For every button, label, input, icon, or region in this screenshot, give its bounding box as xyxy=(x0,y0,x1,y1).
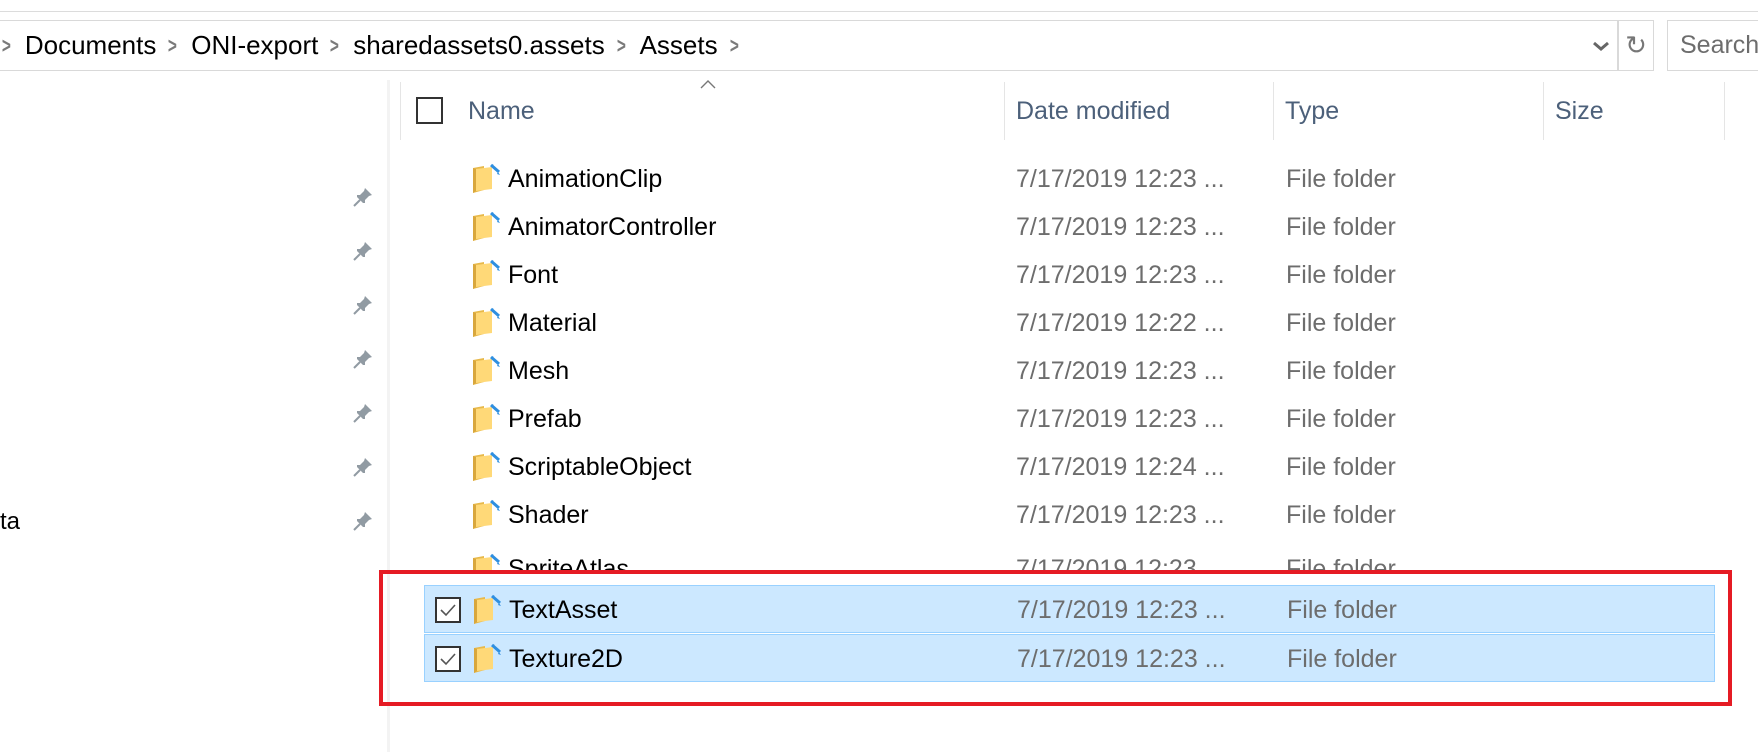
folder-icon xyxy=(470,307,502,339)
file-name[interactable]: ScriptableObject xyxy=(508,443,691,491)
file-name[interactable]: SpriteAtlas xyxy=(508,545,629,571)
folder-icon xyxy=(470,163,502,195)
breadcrumb-oni-export[interactable]: ONI-export xyxy=(191,30,318,61)
search-input[interactable]: Search xyxy=(1667,20,1758,71)
file-date-modified: 7/17/2019 12:23 ... xyxy=(1016,164,1225,193)
file-name[interactable]: Texture2D xyxy=(509,635,623,683)
folder-icon xyxy=(470,553,502,570)
file-type: File folder xyxy=(1286,356,1396,385)
column-header-name[interactable]: Name xyxy=(456,82,535,140)
pin-icon[interactable] xyxy=(352,510,374,532)
breadcrumb-chevron-icon[interactable]: > xyxy=(330,33,339,59)
file-row[interactable]: AnimationClip 7/17/2019 12:23 ... File fol… xyxy=(424,155,1715,203)
file-type: File folder xyxy=(1286,308,1396,337)
breadcrumb-chevron-icon[interactable]: > xyxy=(2,33,11,59)
file-date-modified: 7/17/2019 12:23 ... xyxy=(1016,212,1225,241)
file-row[interactable]: Texture2D 7/17/2019 12:23 ... File folder xyxy=(424,634,1715,682)
chevron-down-icon xyxy=(1593,41,1609,51)
column-divider[interactable] xyxy=(1724,82,1725,140)
file-row[interactable]: Material 7/17/2019 12:22 ... File folder xyxy=(424,299,1715,347)
file-date-modified: 7/17/2019 12:24 ... xyxy=(1016,452,1225,481)
column-header-size[interactable]: Size xyxy=(1543,82,1604,140)
address-bar[interactable]: > Documents > ONI-export > sharedassets0… xyxy=(0,20,1618,71)
breadcrumb: > Documents > ONI-export > sharedassets0… xyxy=(0,21,752,70)
folder-icon xyxy=(470,499,502,531)
pin-icon[interactable] xyxy=(352,186,374,208)
file-type: File folder xyxy=(1286,554,1396,571)
file-type: File folder xyxy=(1286,500,1396,529)
file-date-modified: 7/17/2019 12:23 ... xyxy=(1016,404,1225,433)
file-row[interactable]: SpriteAtlas 7/17/2019 12:23 ... File folde… xyxy=(424,545,1715,570)
file-row[interactable]: Shader 7/17/2019 12:23 ... File folder xyxy=(424,491,1715,539)
breadcrumb-sharedassets[interactable]: sharedassets0.assets xyxy=(353,30,604,61)
file-type: File folder xyxy=(1286,404,1396,433)
refresh-button[interactable]: ↻ xyxy=(1618,20,1654,71)
file-type: File folder xyxy=(1286,452,1396,481)
file-name[interactable]: Font xyxy=(508,251,558,299)
column-headers: Name Date modified Type Size xyxy=(400,82,1740,140)
file-name[interactable]: AnimationClip xyxy=(508,155,662,203)
file-name[interactable]: TextAsset xyxy=(509,586,617,634)
pin-icon[interactable] xyxy=(352,294,374,316)
file-date-modified: 7/17/2019 12:23 ... xyxy=(1017,644,1226,673)
window-top-divider xyxy=(0,11,1758,12)
folder-icon xyxy=(470,211,502,243)
file-row[interactable]: AnimatorController 7/17/2019 12:23 ... Fil… xyxy=(424,203,1715,251)
file-date-modified: 7/17/2019 12:23 ... xyxy=(1016,500,1225,529)
column-header-type[interactable]: Type xyxy=(1273,82,1339,140)
folder-icon xyxy=(470,451,502,483)
file-date-modified: 7/17/2019 12:23 ... xyxy=(1017,595,1226,624)
breadcrumb-documents[interactable]: Documents xyxy=(25,30,157,61)
pin-icon[interactable] xyxy=(352,348,374,370)
nav-item-label[interactable]: ta xyxy=(0,508,20,536)
breadcrumb-chevron-icon[interactable]: > xyxy=(168,33,177,59)
file-name[interactable]: AnimatorController xyxy=(508,203,716,251)
breadcrumb-chevron-icon[interactable]: > xyxy=(730,33,739,59)
file-date-modified: 7/17/2019 12:23 ... xyxy=(1016,554,1225,571)
file-type: File folder xyxy=(1286,164,1396,193)
file-type: File folder xyxy=(1286,260,1396,289)
pin-icon[interactable] xyxy=(352,456,374,478)
column-header-date-modified[interactable]: Date modified xyxy=(1004,82,1170,140)
file-date-modified: 7/17/2019 12:23 ... xyxy=(1016,356,1225,385)
file-date-modified: 7/17/2019 12:23 ... xyxy=(1016,260,1225,289)
row-checkbox[interactable] xyxy=(435,646,461,672)
pane-splitter[interactable] xyxy=(387,80,390,752)
file-row[interactable]: TextAsset 7/17/2019 12:23 ... File folder xyxy=(424,585,1715,633)
file-row[interactable]: Prefab 7/17/2019 12:23 ... File folder xyxy=(424,395,1715,443)
folder-icon xyxy=(470,259,502,291)
file-name[interactable]: Prefab xyxy=(508,395,582,443)
file-type: File folder xyxy=(1286,212,1396,241)
file-date-modified: 7/17/2019 12:22 ... xyxy=(1016,308,1225,337)
refresh-icon: ↻ xyxy=(1625,30,1647,60)
address-history-dropdown[interactable] xyxy=(1584,20,1618,71)
file-type: File folder xyxy=(1287,644,1397,673)
breadcrumb-assets[interactable]: Assets xyxy=(640,30,718,61)
search-placeholder: Search xyxy=(1680,31,1758,59)
folder-icon xyxy=(471,643,503,675)
breadcrumb-chevron-icon[interactable]: > xyxy=(617,33,626,59)
file-name[interactable]: Material xyxy=(508,299,597,347)
pin-icon[interactable] xyxy=(352,402,374,424)
file-row[interactable]: ScriptableObject 7/17/2019 12:24 ... File … xyxy=(424,443,1715,491)
file-row[interactable]: Font 7/17/2019 12:23 ... File folder xyxy=(424,251,1715,299)
column-divider[interactable] xyxy=(400,82,401,140)
row-checkbox[interactable] xyxy=(435,597,461,623)
folder-icon xyxy=(470,355,502,387)
folder-icon xyxy=(471,594,503,626)
file-name[interactable]: Mesh xyxy=(508,347,569,395)
file-name[interactable]: Shader xyxy=(508,491,589,539)
file-type: File folder xyxy=(1287,595,1397,624)
file-row[interactable]: Mesh 7/17/2019 12:23 ... File folder xyxy=(424,347,1715,395)
folder-icon xyxy=(470,403,502,435)
pin-icon[interactable] xyxy=(352,240,374,262)
